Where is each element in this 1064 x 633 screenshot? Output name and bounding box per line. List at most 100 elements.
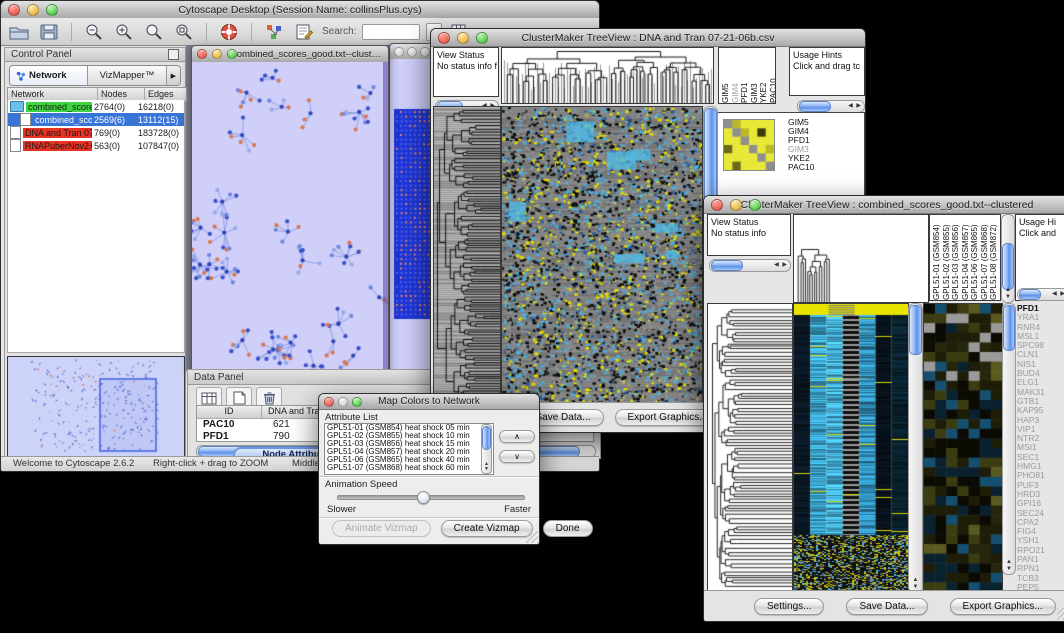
network-nodes: 2764(0) xyxy=(92,102,136,112)
network-nodes: 563(0) xyxy=(92,141,136,151)
minimize-icon[interactable] xyxy=(730,199,742,211)
resize-grip[interactable] xyxy=(1057,608,1064,620)
zoom-window-icon[interactable] xyxy=(46,4,58,16)
close-icon[interactable] xyxy=(8,4,20,16)
array-label: GIM5 xyxy=(721,48,731,103)
tab-network[interactable]: Network xyxy=(10,66,88,85)
dialog-button[interactable]: Create Vizmap xyxy=(441,520,533,537)
vizmap-node-icon[interactable] xyxy=(262,22,286,42)
network-window-2-titlebar[interactable] xyxy=(390,44,434,60)
birds-eye-view[interactable] xyxy=(7,356,185,458)
tab-network-label: Network xyxy=(29,70,66,81)
gene-dendrogram[interactable] xyxy=(433,106,501,404)
network-row-dna-tran[interactable]: DNA and Tran 07 769(0) 183728(0) xyxy=(8,126,184,139)
close-icon[interactable] xyxy=(711,199,723,211)
zoom-in-icon[interactable] xyxy=(112,22,136,42)
heatmap-vscrollbar[interactable]: ▲▼ xyxy=(908,303,923,593)
zoom-selected-icon[interactable] xyxy=(172,22,196,42)
network-edges: 183728(0) xyxy=(136,128,180,138)
dialog-button[interactable]: Animate Vizmap xyxy=(332,520,431,537)
move-up-button[interactable]: ∧ xyxy=(499,430,535,443)
treeview-button[interactable]: Settings... xyxy=(754,598,824,615)
tab-vizmapper[interactable]: VizMapper™ xyxy=(88,66,166,85)
float-panel-icon[interactable] xyxy=(168,49,179,60)
array-dendrogram[interactable] xyxy=(793,214,929,303)
tab-vizmapper-label: VizMapper™ xyxy=(100,70,155,81)
treeview-button[interactable]: Save Data... xyxy=(846,598,927,615)
gene-dendrogram[interactable] xyxy=(707,303,793,593)
zoom-heatmap[interactable] xyxy=(923,303,1003,593)
gene-label[interactable]: PAC10 xyxy=(788,163,858,172)
attribute-listbox[interactable]: GPL51-01 (GSM854) heat shock 05 minGPL51… xyxy=(324,423,494,475)
usage-hints-scrollbar[interactable]: ◀ ▶ xyxy=(1017,288,1064,301)
zoom-out-icon[interactable] xyxy=(82,22,106,42)
main-titlebar[interactable]: Cytoscape Desktop (Session Name: collins… xyxy=(1,1,599,19)
zoom-window-icon[interactable] xyxy=(476,32,488,44)
annotation-icon[interactable] xyxy=(292,22,316,42)
zoom-window-icon[interactable] xyxy=(227,49,237,59)
view-status-title: View Status xyxy=(711,217,758,227)
network-nodes: 769(0) xyxy=(92,128,136,138)
minimize-icon[interactable] xyxy=(407,47,417,57)
tab-overflow-button[interactable]: ▶ xyxy=(167,66,180,85)
zoom-window-icon[interactable] xyxy=(420,47,430,57)
network-row-combined-sco-selected[interactable]: combined_sco 2569(6) 13112(15) xyxy=(8,113,184,126)
attribute-item[interactable]: GPL51-07 (GSM868) heat shock 60 min xyxy=(325,464,493,472)
usage-hints-title: Usage Hi xyxy=(1019,217,1056,227)
attr-col-id[interactable]: ID xyxy=(197,406,262,418)
minimize-icon[interactable] xyxy=(338,397,348,407)
global-heatmap[interactable] xyxy=(501,106,703,404)
attribute-list-vscrollbar[interactable]: ▲▼ xyxy=(481,424,492,474)
dialog-button[interactable]: Done xyxy=(543,520,593,537)
minimize-icon[interactable] xyxy=(27,4,39,16)
network-canvas[interactable] xyxy=(192,62,388,374)
main-window-title: Cytoscape Desktop (Session Name: collins… xyxy=(1,4,599,16)
close-icon[interactable] xyxy=(438,32,450,44)
view-status-scrollbar[interactable]: ◀ ▶ xyxy=(709,259,791,272)
animation-speed-label: Animation Speed xyxy=(325,479,397,490)
network-view-window-1: combined_scores_good.txt--cluste... xyxy=(191,45,389,375)
minimize-icon[interactable] xyxy=(457,32,469,44)
open-file-icon[interactable] xyxy=(7,22,31,42)
treeview-button[interactable]: Export Graphics... xyxy=(950,598,1056,615)
search-input[interactable] xyxy=(362,24,420,40)
network-row-combined-scores[interactable]: combined_scores 2764(0) 16218(0) xyxy=(8,100,184,113)
close-icon[interactable] xyxy=(324,397,334,407)
network-edges: 107847(0) xyxy=(136,141,180,151)
array-label: GPL51-08 (GSM872) xyxy=(989,215,999,300)
network-list: combined_scores 2764(0) 16218(0) combine… xyxy=(7,100,185,353)
treeview-combined-titlebar[interactable]: ClusterMaker TreeView : combined_scores_… xyxy=(704,196,1064,214)
faster-label: Faster xyxy=(504,504,531,515)
treeview-combined-buttonbar: Settings... Save Data... Export Graphics..… xyxy=(704,590,1064,621)
control-panel-title: Control Panel xyxy=(11,49,72,60)
help-lifering-icon[interactable] xyxy=(217,22,241,42)
network-window-scroll-edge[interactable] xyxy=(383,62,388,374)
zoom-vscrollbar[interactable]: ▲▼ xyxy=(1002,303,1016,575)
zoom-window-icon[interactable] xyxy=(749,199,761,211)
minimize-icon[interactable] xyxy=(212,49,222,59)
toolbar-separator xyxy=(206,23,207,41)
toolbar-separator xyxy=(251,23,252,41)
status-hint-zoom: Right-click + drag to ZOOM xyxy=(153,458,268,469)
slider-thumb[interactable] xyxy=(417,491,430,504)
close-icon[interactable] xyxy=(394,47,404,57)
network-canvas-grid[interactable] xyxy=(390,59,434,372)
network-edges: 16218(0) xyxy=(136,102,180,112)
animation-speed-slider[interactable] xyxy=(337,495,525,500)
zoom-window-icon[interactable] xyxy=(352,397,362,407)
array-dendrogram[interactable] xyxy=(501,47,714,104)
network-row-rnapuber[interactable]: RNAPuberNov2+! 563(0) 107847(0) xyxy=(8,139,184,152)
array-labels-vscrollbar[interactable]: ▲▼ xyxy=(1001,214,1015,303)
resize-grip[interactable] xyxy=(526,531,538,543)
zoom-fit-icon[interactable] xyxy=(142,22,166,42)
dialog-titlebar[interactable]: Map Colors to Network xyxy=(319,394,539,410)
network-window-1-titlebar[interactable]: combined_scores_good.txt--cluste... xyxy=(192,46,388,63)
save-icon[interactable] xyxy=(37,22,61,42)
usage-hints-text: Click and xyxy=(1019,228,1056,238)
treeview-dna-titlebar[interactable]: ClusterMaker TreeView : DNA and Tran 07-… xyxy=(431,29,865,47)
global-heatmap[interactable] xyxy=(793,303,909,593)
zoom-heatmap-matrix[interactable] xyxy=(723,119,775,171)
move-down-button[interactable]: ∨ xyxy=(499,450,535,463)
network-name: RNAPuberNov2+! xyxy=(23,141,92,151)
close-icon[interactable] xyxy=(197,49,207,59)
